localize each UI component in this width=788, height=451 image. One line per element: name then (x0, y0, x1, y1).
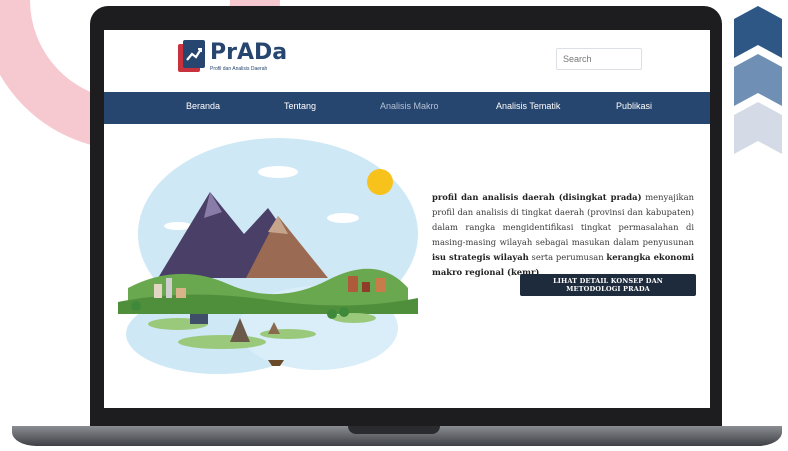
nav-item-publikasi[interactable]: Publikasi (616, 101, 652, 111)
prada-logo-icon (178, 40, 205, 72)
logo-title: PrADa (210, 40, 288, 65)
nav-item-tentang[interactable]: Tentang (284, 101, 316, 111)
detail-methodology-button[interactable]: LIHAT DETAIL KONSEP DAN METODOLOGI PRADA (520, 274, 696, 296)
nav-item-analisis-tematik[interactable]: Analisis Tematik (496, 101, 560, 111)
nav-item-beranda[interactable]: Beranda (186, 101, 220, 111)
hero-description: profil dan analisis daerah (disingkat pr… (432, 190, 694, 280)
page-stage: PrADa Profil dan Analisis Daerah Beranda… (0, 0, 788, 451)
chevron-dark-icon (734, 6, 782, 58)
chevron-stack-icon (734, 6, 782, 154)
logo-text: PrADa Profil dan Analisis Daerah (210, 40, 288, 73)
hero-text-part: serta perumusan (528, 252, 607, 263)
laptop-screen: PrADa Profil dan Analisis Daerah Beranda… (104, 30, 710, 408)
nav-item-analisis-makro[interactable]: Analisis Makro (380, 101, 439, 111)
site-header: PrADa Profil dan Analisis Daerah (104, 30, 710, 92)
landscape-illustration-icon (118, 138, 418, 374)
chevron-light-icon (734, 102, 782, 154)
chevron-mid-icon (734, 54, 782, 106)
site-logo[interactable]: PrADa Profil dan Analisis Daerah (178, 40, 287, 74)
search-input[interactable] (556, 48, 642, 70)
laptop-notch (348, 426, 440, 434)
hero-term-isu: isu strategis wilayah (432, 252, 529, 263)
hero-term-prada: profil dan analisis daerah (disingkat pr… (432, 192, 642, 203)
logo-subtitle: Profil dan Analisis Daerah (210, 66, 268, 72)
